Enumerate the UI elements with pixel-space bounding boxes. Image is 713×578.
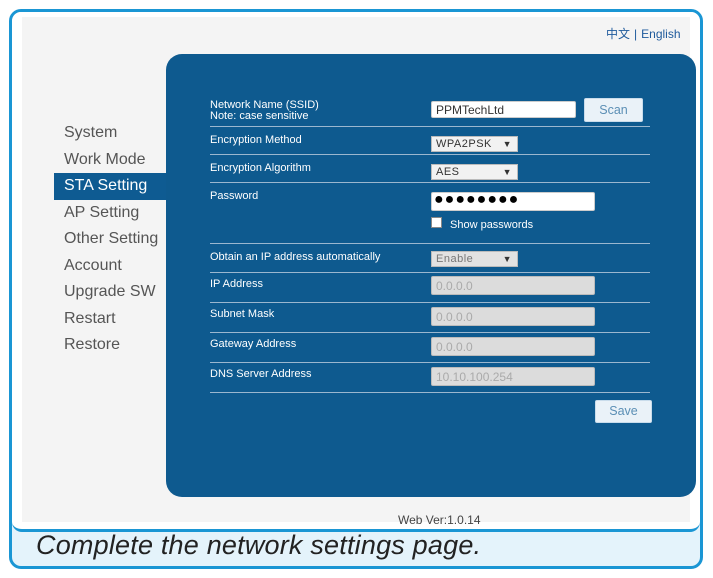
sidebar-menu: System Work Mode STA Setting AP Setting …	[54, 120, 169, 359]
ip-address-label: IP Address	[210, 278, 263, 290]
encryption-algorithm-label: Encryption Algorithm	[210, 162, 311, 174]
sidebar-item-account[interactable]: Account	[54, 253, 169, 280]
show-passwords-label: Show passwords	[450, 219, 534, 231]
password-input[interactable]: ●●●●●●●●	[431, 192, 595, 211]
sidebar-item-work-mode[interactable]: Work Mode	[54, 147, 169, 174]
encryption-algorithm-select[interactable]: AES ▼	[431, 164, 518, 180]
dns-row: DNS Server Address	[210, 362, 650, 393]
password-row: Password ●●●●●●●● Show passwords	[210, 182, 650, 244]
show-passwords-checkbox[interactable]	[431, 217, 442, 228]
ssid-input[interactable]	[431, 101, 576, 118]
encryption-method-row: Encryption Method WPA2PSK ▼	[210, 126, 650, 155]
page-background: 中文 | English System Work Mode STA Setting …	[22, 17, 696, 527]
subnet-mask-label: Subnet Mask	[210, 308, 275, 320]
task-caption: Complete the network settings page.	[36, 530, 482, 560]
sidebar-item-restart[interactable]: Restart	[54, 306, 169, 333]
dns-input	[431, 367, 595, 386]
language-english-link[interactable]: English	[641, 27, 680, 41]
gateway-input	[431, 337, 595, 356]
obtain-ip-select[interactable]: Enable ▼	[431, 251, 518, 267]
language-chinese-link[interactable]: 中文	[606, 27, 630, 41]
sidebar-item-upgrade-sw[interactable]: Upgrade SW	[54, 279, 169, 306]
ip-address-input	[431, 276, 595, 295]
gateway-row: Gateway Address	[210, 332, 650, 363]
encryption-method-value: WPA2PSK	[436, 138, 492, 150]
gateway-label: Gateway Address	[210, 338, 297, 350]
encryption-algorithm-value: AES	[436, 166, 460, 178]
obtain-ip-label: Obtain an IP address automatically	[210, 251, 381, 263]
ssid-note: Note: case sensitive	[210, 110, 309, 122]
encryption-method-label: Encryption Method	[210, 134, 302, 146]
sidebar-item-sta-setting[interactable]: STA Setting	[54, 173, 169, 200]
browser-page: 中文 | English System Work Mode STA Setting …	[12, 12, 700, 532]
web-version: Web Ver:1.0.14	[398, 513, 481, 527]
encryption-algorithm-row: Encryption Algorithm AES ▼	[210, 154, 650, 183]
chevron-down-icon: ▼	[502, 254, 512, 264]
scan-button[interactable]: Scan	[584, 98, 643, 122]
password-mask: ●●●●●●●●	[434, 192, 520, 208]
instruction-frame: 中文 | English System Work Mode STA Setting …	[9, 9, 703, 569]
save-button[interactable]: Save	[595, 400, 652, 423]
sidebar-item-ap-setting[interactable]: AP Setting	[54, 200, 169, 227]
obtain-ip-row: Obtain an IP address automatically Enabl…	[210, 243, 650, 273]
sidebar-item-system[interactable]: System	[54, 120, 169, 147]
sta-settings-panel: Network Name (SSID) Note: case sensitive…	[166, 54, 696, 497]
chevron-down-icon: ▼	[502, 139, 512, 149]
obtain-ip-value: Enable	[436, 253, 474, 265]
encryption-method-select[interactable]: WPA2PSK ▼	[431, 136, 518, 152]
password-label: Password	[210, 190, 259, 202]
language-separator: |	[634, 27, 638, 41]
sidebar-item-restore[interactable]: Restore	[54, 332, 169, 359]
subnet-mask-row: Subnet Mask	[210, 302, 650, 333]
chevron-down-icon: ▼	[502, 167, 512, 177]
ssid-row: Network Name (SSID) Note: case sensitive…	[210, 98, 650, 127]
sidebar-item-other-setting[interactable]: Other Setting	[54, 226, 169, 253]
ip-address-row: IP Address	[210, 272, 650, 303]
language-switcher: 中文 | English	[606, 25, 681, 42]
subnet-mask-input	[431, 307, 595, 326]
dns-label: DNS Server Address	[210, 368, 312, 380]
